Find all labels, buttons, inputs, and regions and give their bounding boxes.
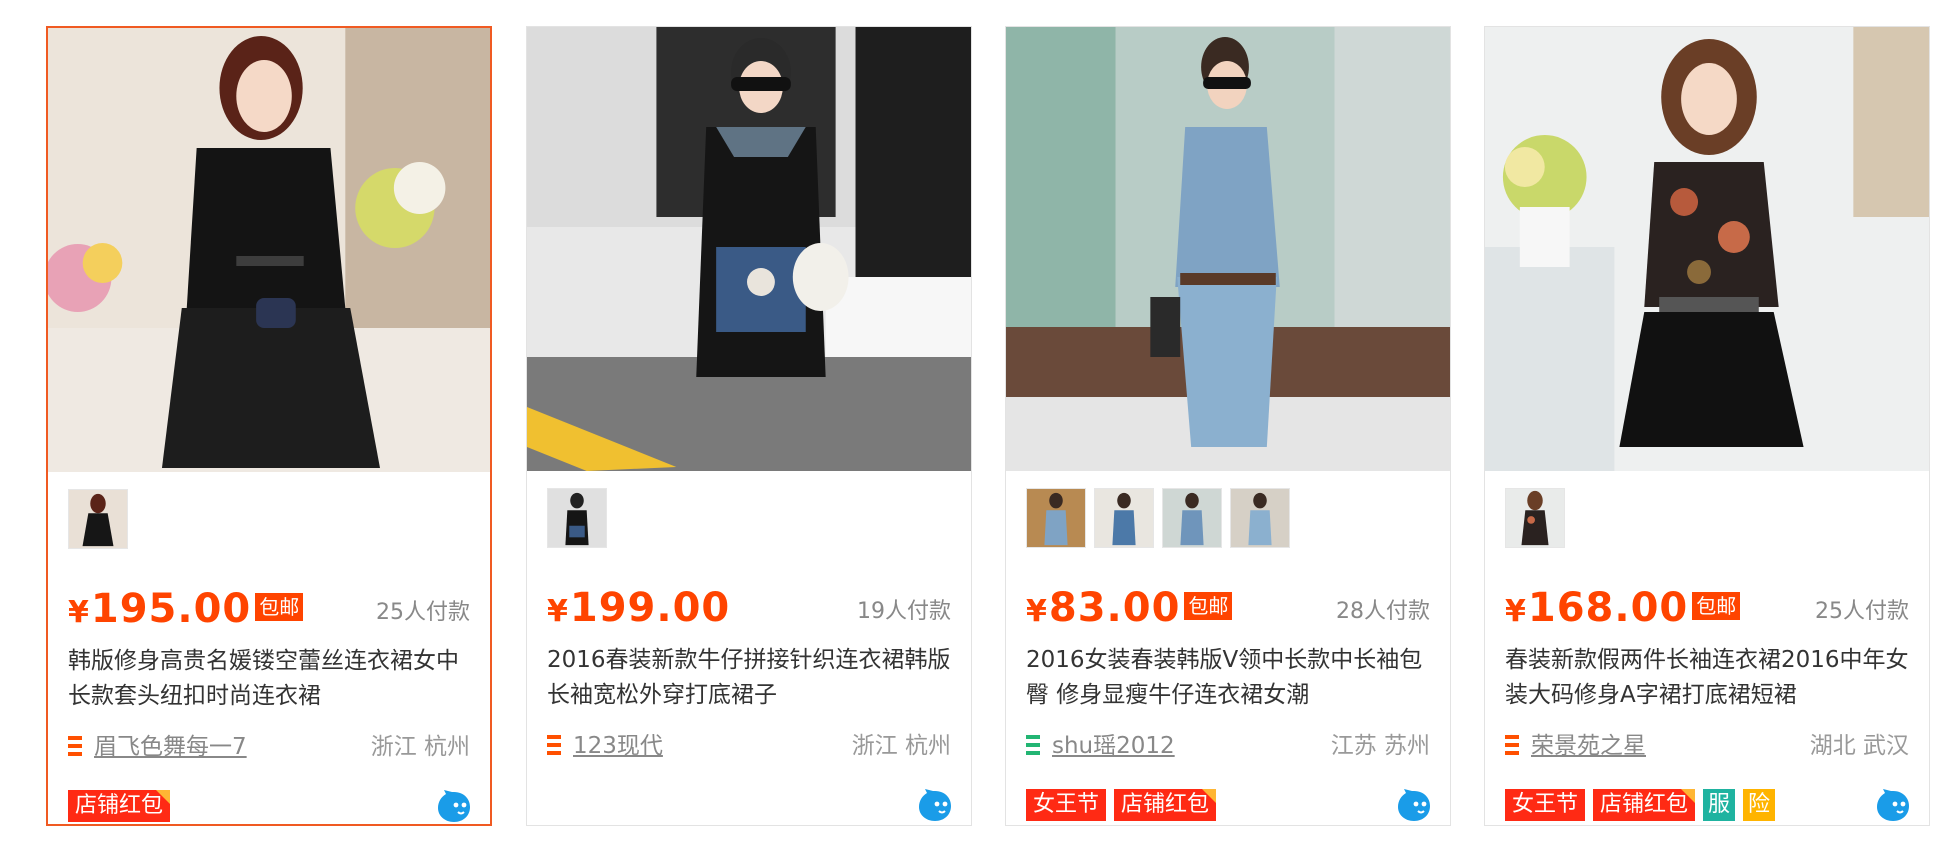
currency-symbol: ¥ xyxy=(68,595,89,630)
tag-queens-day[interactable]: 女王节 xyxy=(1026,789,1107,821)
sales-count: 25人付款 xyxy=(1815,599,1909,624)
product-card[interactable]: ¥195.00 包邮 25人付款 韩版修身高贵名媛镂空蕾丝连衣裙女中长款套头纽扣时… xyxy=(46,26,492,826)
thumbnail-strip xyxy=(1505,488,1565,548)
tags-row: 女王节 店铺红包 服 险 xyxy=(1505,787,1911,823)
currency-symbol: ¥ xyxy=(547,594,568,629)
thumbnail[interactable] xyxy=(547,488,607,548)
shop-level-icon xyxy=(1505,735,1519,755)
product-image[interactable] xyxy=(48,28,490,472)
product-image[interactable] xyxy=(1006,27,1450,471)
thumbnail-strip xyxy=(68,489,128,549)
sales-count: 25人付款 xyxy=(376,600,470,625)
price-value: 195.00 xyxy=(90,586,252,632)
wangwang-chat-icon[interactable] xyxy=(436,790,472,824)
tags-row: 女王节 店铺红包 xyxy=(1026,787,1432,823)
thumbnail-strip xyxy=(547,488,607,548)
price-value: 83.00 xyxy=(1048,585,1181,631)
product-grid: ¥195.00 包邮 25人付款 韩版修身高贵名媛镂空蕾丝连衣裙女中长款套头纽扣时… xyxy=(0,0,1936,860)
thumbnail[interactable] xyxy=(1230,488,1290,548)
shop-location: 江苏 苏州 xyxy=(1330,733,1430,759)
product-title[interactable]: 韩版修身高贵名媛镂空蕾丝连衣裙女中长款套头纽扣时尚连衣裙 xyxy=(68,644,472,716)
price-value: 199.00 xyxy=(569,585,731,631)
price: ¥195.00 包邮 xyxy=(68,586,304,632)
shop-name-link[interactable]: 123现代 xyxy=(573,729,663,763)
service-badge[interactable]: 服 xyxy=(1703,789,1736,821)
shop-location: 湖北 武汉 xyxy=(1809,733,1909,759)
product-image[interactable] xyxy=(1485,27,1929,471)
price: ¥199.00 xyxy=(547,585,730,631)
shop-name-link[interactable]: 荣景苑之星 xyxy=(1531,729,1646,763)
shop-level-icon xyxy=(68,736,82,756)
product-title[interactable]: 春装新款假两件长袖连衣裙2016中年女装大码修身A字裙打底裙短裙 xyxy=(1505,643,1911,715)
shop-name-link[interactable]: shu瑶2012 xyxy=(1052,729,1175,763)
tag-shop-redpacket[interactable]: 店铺红包 xyxy=(68,790,171,822)
wangwang-chat-icon[interactable] xyxy=(917,789,953,823)
product-title[interactable]: 2016春装新款牛仔拼接针织连衣裙韩版长袖宽松外穿打底裙子 xyxy=(547,643,953,715)
shop-row: 123现代 浙江 杭州 xyxy=(547,729,951,763)
shop-level-icon xyxy=(1026,735,1040,755)
wangwang-chat-icon[interactable] xyxy=(1875,789,1911,823)
insurance-badge[interactable]: 险 xyxy=(1743,789,1776,821)
product-title[interactable]: 2016女装春装韩版V领中长款中长袖包臀 修身显瘦牛仔连衣裙女潮 xyxy=(1026,643,1432,715)
tag-shop-redpacket[interactable]: 店铺红包 xyxy=(1114,789,1217,821)
product-card[interactable]: ¥199.00 19人付款 2016春装新款牛仔拼接针织连衣裙韩版长袖宽松外穿打… xyxy=(526,26,972,826)
shop-row: 眉飞色舞每一7 浙江 杭州 xyxy=(68,730,470,764)
price-row: ¥168.00 包邮 25人付款 xyxy=(1505,585,1909,635)
shop-row: 荣景苑之星 湖北 武汉 xyxy=(1505,729,1909,763)
tag-queens-day[interactable]: 女王节 xyxy=(1505,789,1586,821)
shop-location: 浙江 杭州 xyxy=(370,734,470,760)
free-shipping-badge: 包邮 xyxy=(1692,592,1741,620)
free-shipping-badge: 包邮 xyxy=(255,593,304,621)
wangwang-chat-icon[interactable] xyxy=(1396,789,1432,823)
thumbnail[interactable] xyxy=(1094,488,1154,548)
shop-name-link[interactable]: 眉飞色舞每一7 xyxy=(94,730,247,764)
currency-symbol: ¥ xyxy=(1505,594,1526,629)
thumbnail[interactable] xyxy=(1505,488,1565,548)
price-row: ¥83.00 包邮 28人付款 xyxy=(1026,585,1430,635)
shop-location: 浙江 杭州 xyxy=(851,733,951,759)
product-image[interactable] xyxy=(527,27,971,471)
tags-row xyxy=(547,787,953,823)
price: ¥83.00 包邮 xyxy=(1026,585,1233,631)
product-card[interactable]: ¥168.00 包邮 25人付款 春装新款假两件长袖连衣裙2016中年女装大码修身… xyxy=(1484,26,1930,826)
product-card[interactable]: ¥83.00 包邮 28人付款 2016女装春装韩版V领中长款中长袖包臀 修身显瘦… xyxy=(1005,26,1451,826)
price-row: ¥195.00 包邮 25人付款 xyxy=(68,586,470,636)
shop-row: shu瑶2012 江苏 苏州 xyxy=(1026,729,1430,763)
sales-count: 28人付款 xyxy=(1336,599,1430,624)
tags-row: 店铺红包 xyxy=(68,788,472,824)
free-shipping-badge: 包邮 xyxy=(1184,592,1233,620)
price-value: 168.00 xyxy=(1527,585,1689,631)
price: ¥168.00 包邮 xyxy=(1505,585,1741,631)
currency-symbol: ¥ xyxy=(1026,594,1047,629)
shop-level-icon xyxy=(547,735,561,755)
price-row: ¥199.00 19人付款 xyxy=(547,585,951,635)
tag-shop-redpacket[interactable]: 店铺红包 xyxy=(1593,789,1696,821)
thumbnail-strip xyxy=(1026,488,1290,548)
thumbnail[interactable] xyxy=(68,489,128,549)
thumbnail[interactable] xyxy=(1026,488,1086,548)
thumbnail[interactable] xyxy=(1162,488,1222,548)
sales-count: 19人付款 xyxy=(857,599,951,624)
